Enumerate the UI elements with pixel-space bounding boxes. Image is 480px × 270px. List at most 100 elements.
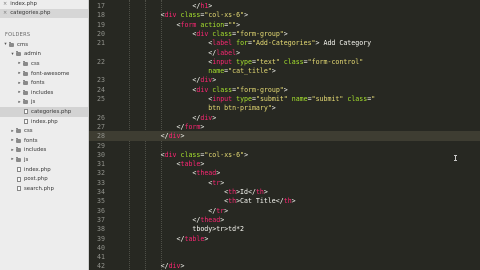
code-token: > bbox=[208, 2, 213, 10]
code-token: </ bbox=[113, 206, 217, 215]
chevron-right-icon[interactable]: ▸ bbox=[17, 100, 22, 105]
code-token: action bbox=[200, 20, 225, 29]
folder-item[interactable]: ▾ cms bbox=[0, 40, 88, 50]
folder-item[interactable]: ▸ css bbox=[0, 59, 88, 69]
code-token: class bbox=[180, 11, 201, 20]
code-token: class bbox=[180, 150, 201, 159]
folder-icon bbox=[23, 89, 28, 95]
code-editor[interactable]: 17 </h1> 18 <div class="col-xs-6"> 19 <for… bbox=[89, 0, 480, 270]
chevron-right-icon[interactable]: ▸ bbox=[17, 71, 22, 76]
code-token: > bbox=[236, 20, 241, 29]
code-token: < bbox=[113, 169, 197, 178]
chevron-right-icon[interactable]: ▸ bbox=[10, 138, 15, 143]
code-token: </ bbox=[113, 48, 217, 57]
folders-heading: FOLDERS bbox=[5, 32, 31, 38]
folder-item[interactable]: ▸ fonts bbox=[0, 136, 88, 146]
code-token: "form-group" bbox=[236, 29, 284, 38]
code-token: name bbox=[208, 67, 225, 76]
file-item[interactable]: post.php bbox=[0, 174, 88, 184]
tree-item-label: cms bbox=[17, 41, 29, 48]
code-token: </ bbox=[113, 262, 169, 270]
code-token: < bbox=[113, 39, 213, 48]
folder-item[interactable]: ▸ css bbox=[0, 126, 88, 136]
tree-item-label: css bbox=[31, 60, 40, 67]
chevron-right-icon[interactable]: ▸ bbox=[10, 148, 15, 153]
code-token: > bbox=[200, 160, 205, 169]
folder-item[interactable]: ▸ includes bbox=[0, 88, 88, 98]
file-icon bbox=[24, 119, 28, 125]
code-token: < bbox=[113, 57, 213, 66]
folder-item[interactable]: ▸ js bbox=[0, 155, 88, 165]
tree-item-label: index.php bbox=[24, 166, 51, 173]
chevron-right-icon[interactable]: ▸ bbox=[10, 157, 15, 162]
code-token: > Add Category bbox=[315, 39, 372, 48]
code-token: btn btn-primary" bbox=[113, 104, 272, 113]
folder-item[interactable]: ▸ font-awesome bbox=[0, 69, 88, 79]
folder-icon bbox=[16, 156, 21, 162]
folder-tree: ▾ cms ▾ admin ▸ css ▸ font-awesome ▸ fonts ▸ includ… bbox=[0, 40, 88, 194]
code-token: form bbox=[180, 20, 197, 29]
code-token: >Id</ bbox=[236, 188, 256, 196]
code-token: div bbox=[200, 76, 213, 85]
tree-item-label: admin bbox=[24, 51, 41, 58]
code-token: thead bbox=[200, 215, 221, 224]
code-token: class bbox=[212, 29, 233, 38]
tree-item-label: css bbox=[24, 128, 33, 135]
code-token: > bbox=[283, 85, 288, 94]
code-token: > bbox=[224, 206, 229, 215]
code-token: > bbox=[204, 234, 209, 243]
code-token: </ bbox=[113, 113, 201, 122]
chevron-down-icon[interactable]: ▾ bbox=[3, 42, 8, 47]
code-token: > bbox=[283, 29, 288, 38]
folder-item[interactable]: ▸ includes bbox=[0, 146, 88, 156]
chevron-down-icon[interactable]: ▾ bbox=[10, 52, 15, 57]
chevron-right-icon[interactable]: ▸ bbox=[17, 81, 22, 86]
code-line[interactable]: 42 </div> bbox=[89, 261, 480, 270]
code-token: < bbox=[113, 85, 197, 94]
code-token: th bbox=[228, 197, 237, 206]
file-item[interactable]: categories.php bbox=[0, 107, 88, 117]
code-token: "submit" bbox=[311, 95, 344, 103]
code-token: "col-xs-6" bbox=[204, 11, 245, 20]
folder-item[interactable]: ▸ js bbox=[0, 98, 88, 108]
file-icon bbox=[17, 176, 21, 182]
open-file-item[interactable]: × categories.php bbox=[0, 9, 88, 18]
code-token: label bbox=[216, 48, 237, 57]
code-token: type bbox=[236, 95, 252, 103]
code-token: table bbox=[184, 234, 205, 243]
code-token: label bbox=[212, 39, 233, 48]
folder-icon bbox=[16, 137, 21, 143]
open-file-item[interactable]: × index.php bbox=[0, 0, 88, 9]
code-token: > bbox=[271, 67, 276, 76]
close-icon[interactable]: × bbox=[3, 0, 7, 9]
code-token: > bbox=[212, 76, 217, 85]
code-token: div bbox=[200, 113, 213, 122]
code-token: class bbox=[347, 95, 368, 103]
code-token: "text" bbox=[255, 57, 280, 66]
open-files-list: × index.php × categories.php bbox=[0, 0, 88, 18]
code-token: input bbox=[212, 57, 233, 66]
code-token: div bbox=[168, 132, 181, 141]
code-token: class bbox=[283, 57, 304, 66]
file-item[interactable]: search.php bbox=[0, 184, 88, 194]
code-token: type bbox=[236, 57, 252, 66]
code-token: > bbox=[180, 262, 185, 270]
code-token: > bbox=[236, 48, 241, 57]
close-icon[interactable]: × bbox=[3, 9, 7, 18]
tree-item-label: includes bbox=[31, 89, 54, 96]
folder-icon bbox=[23, 80, 28, 86]
code-token: > bbox=[212, 113, 217, 122]
code-token: input bbox=[212, 95, 233, 103]
code-token: "form-control" bbox=[307, 57, 364, 66]
file-item[interactable]: index.php bbox=[0, 117, 88, 127]
chevron-right-icon[interactable]: ▸ bbox=[17, 90, 22, 95]
folder-icon bbox=[9, 41, 14, 47]
chevron-right-icon[interactable]: ▸ bbox=[10, 129, 15, 134]
folder-item[interactable]: ▾ admin bbox=[0, 50, 88, 60]
file-item[interactable]: index.php bbox=[0, 165, 88, 175]
folder-icon bbox=[16, 128, 21, 134]
folder-item[interactable]: ▸ fonts bbox=[0, 78, 88, 88]
tree-item-label: includes bbox=[24, 147, 47, 154]
chevron-right-icon[interactable]: ▸ bbox=[17, 61, 22, 66]
